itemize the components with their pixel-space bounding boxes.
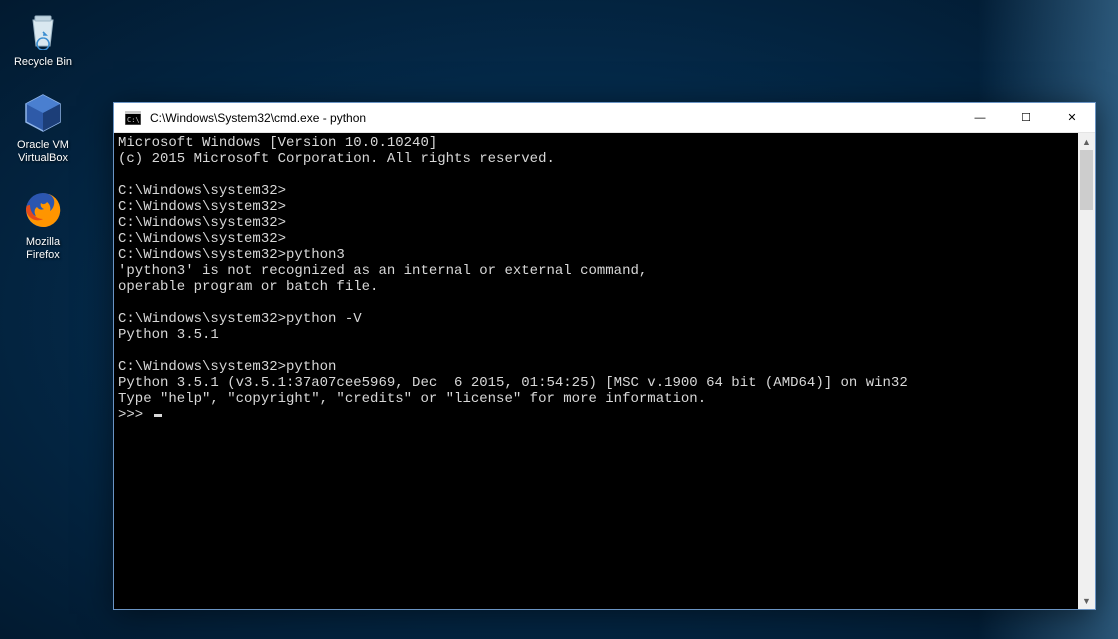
firefox-icon <box>21 188 65 232</box>
terminal-line: Type "help", "copyright", "credits" or "… <box>118 391 706 407</box>
terminal-output[interactable]: Microsoft Windows [Version 10.0.10240] (… <box>114 133 1078 609</box>
terminal-line: C:\Windows\system32> <box>118 199 286 215</box>
desktop-icons-column: Recycle Bin Oracle VM VirtualBox Mozilla… <box>4 4 82 266</box>
desktop-icon-firefox[interactable]: Mozilla Firefox <box>4 184 82 266</box>
scroll-thumb[interactable] <box>1080 150 1093 210</box>
scroll-up-button[interactable]: ▲ <box>1078 133 1095 150</box>
terminal-line: Python 3.5.1 (v3.5.1:37a07cee5969, Dec 6… <box>118 375 908 391</box>
maximize-button[interactable]: ☐ <box>1003 103 1049 133</box>
cmd-app-icon: C:\ <box>122 107 144 129</box>
svg-text:C:\: C:\ <box>127 116 140 124</box>
desktop-icon-label: Recycle Bin <box>14 56 72 69</box>
terminal-line: C:\Windows\system32>python3 <box>118 247 345 263</box>
terminal-body: Microsoft Windows [Version 10.0.10240] (… <box>114 133 1095 609</box>
terminal-line: Microsoft Windows [Version 10.0.10240] <box>118 135 437 151</box>
terminal-line: C:\Windows\system32>python <box>118 359 336 375</box>
terminal-line: Python 3.5.1 <box>118 327 219 343</box>
cmd-window: C:\ C:\Windows\System32\cmd.exe - python… <box>113 102 1096 610</box>
window-titlebar[interactable]: C:\ C:\Windows\System32\cmd.exe - python… <box>114 103 1095 133</box>
minimize-button[interactable]: — <box>957 103 1003 133</box>
terminal-line: 'python3' is not recognized as an intern… <box>118 263 647 279</box>
cursor <box>154 414 162 417</box>
desktop-icon-label: Mozilla Firefox <box>26 236 60 262</box>
vertical-scrollbar[interactable]: ▲ ▼ <box>1078 133 1095 609</box>
window-title: C:\Windows\System32\cmd.exe - python <box>150 111 366 125</box>
close-button[interactable]: ✕ <box>1049 103 1095 133</box>
terminal-line: (c) 2015 Microsoft Corporation. All righ… <box>118 151 555 167</box>
desktop-icon-recycle-bin[interactable]: Recycle Bin <box>4 4 82 73</box>
terminal-line: C:\Windows\system32>python -V <box>118 311 362 327</box>
recycle-bin-icon <box>21 8 65 52</box>
scroll-track[interactable] <box>1078 150 1095 592</box>
terminal-line: C:\Windows\system32> <box>118 215 286 231</box>
virtualbox-icon <box>21 91 65 135</box>
terminal-line: C:\Windows\system32> <box>118 231 286 247</box>
terminal-line: >>> <box>118 407 152 423</box>
desktop-icon-virtualbox[interactable]: Oracle VM VirtualBox <box>4 87 82 169</box>
terminal-line: operable program or batch file. <box>118 279 378 295</box>
scroll-down-button[interactable]: ▼ <box>1078 592 1095 609</box>
terminal-line: C:\Windows\system32> <box>118 183 286 199</box>
desktop-icon-label: Oracle VM VirtualBox <box>17 139 69 165</box>
